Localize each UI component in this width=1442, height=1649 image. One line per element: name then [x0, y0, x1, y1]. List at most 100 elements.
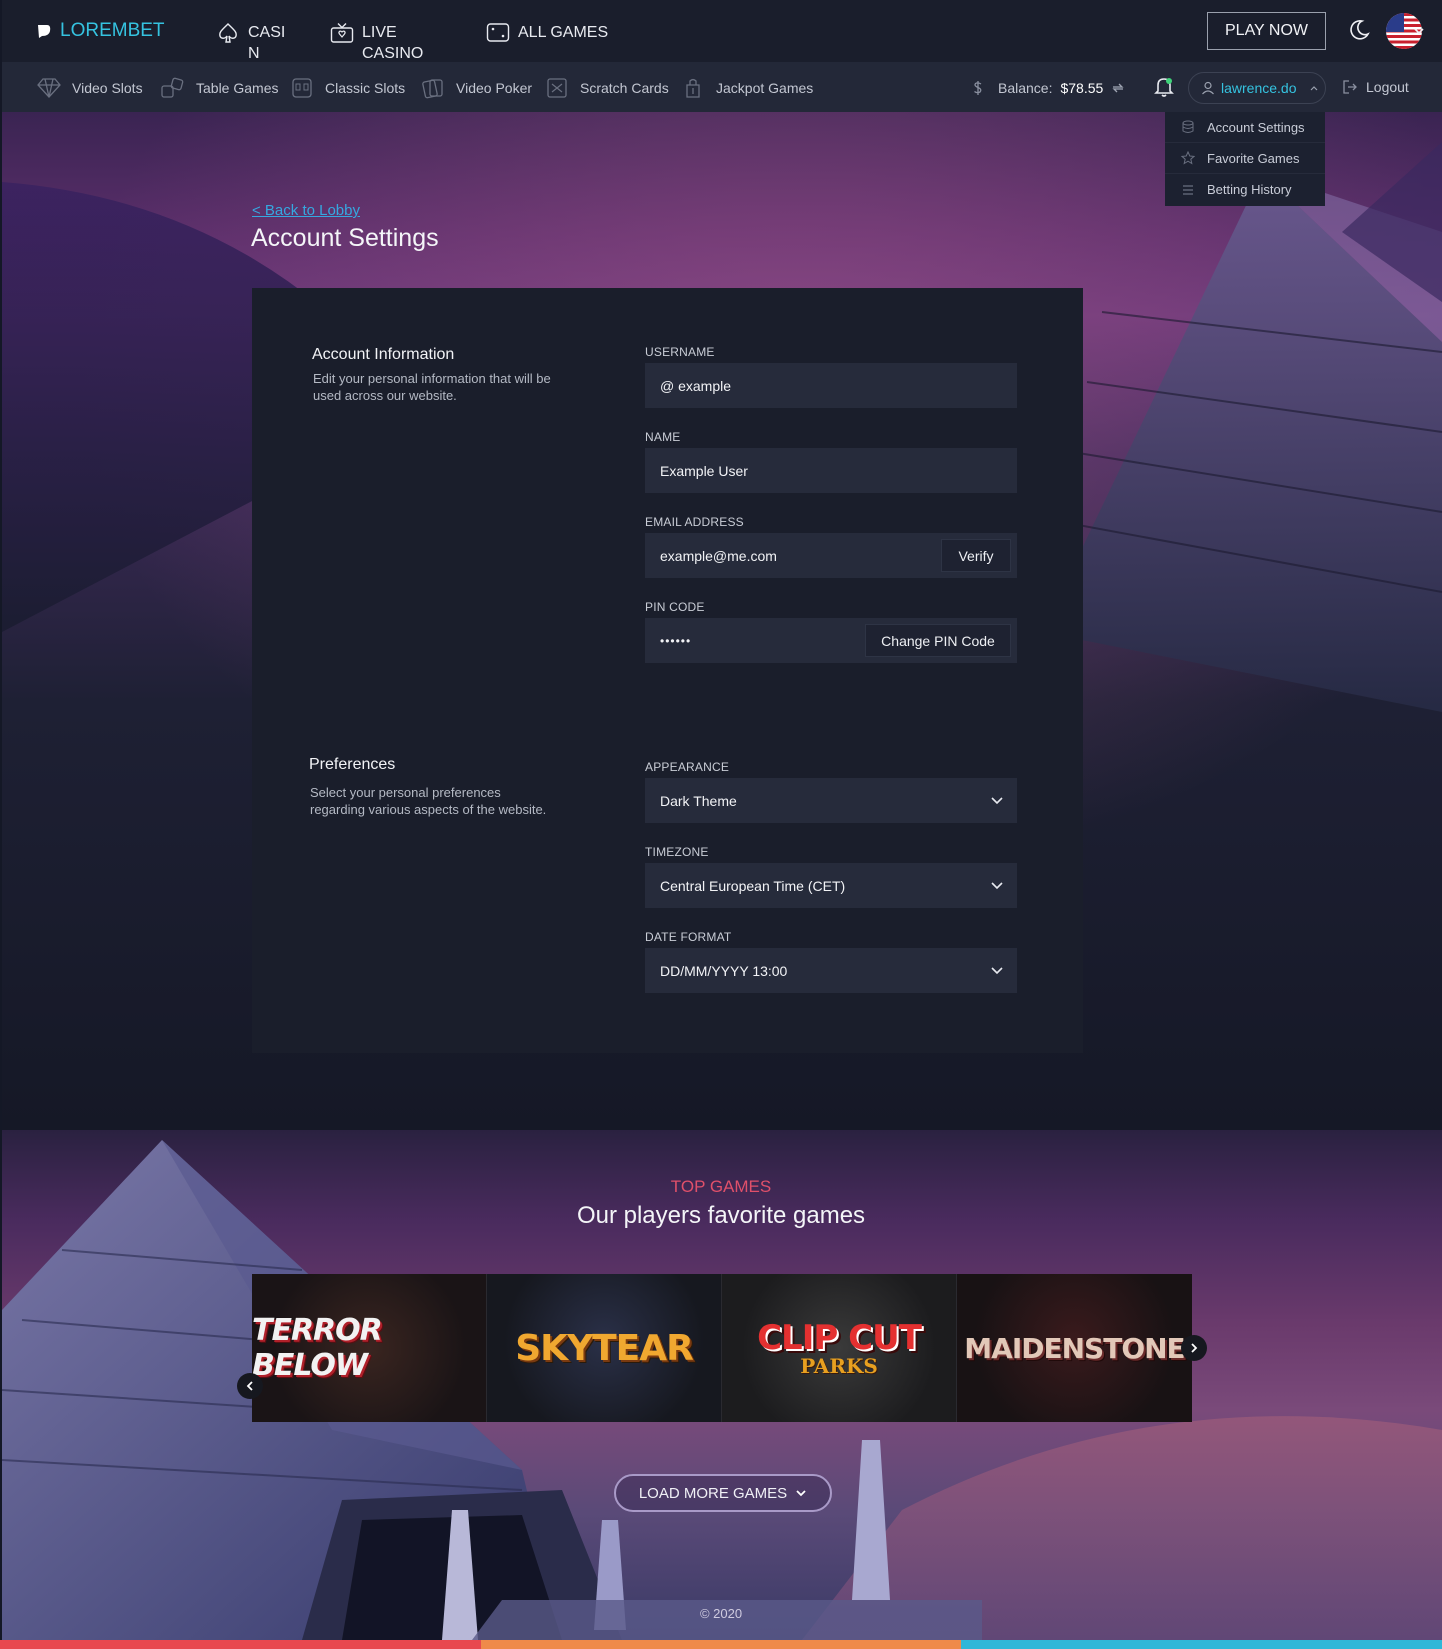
language-chevron-down-icon[interactable] — [1414, 26, 1424, 36]
logout-link[interactable]: Logout — [1342, 79, 1409, 95]
game-title: CLIP CUT — [757, 1318, 922, 1358]
user-icon — [1202, 81, 1214, 95]
category-subnav: Video Slots Table Games Classic Slots Vi… — [2, 62, 1442, 112]
subnav-scratch-cards[interactable]: Scratch Cards — [544, 77, 669, 99]
change-pin-button[interactable]: Change PIN Code — [865, 624, 1011, 657]
date-format-select[interactable]: DD/MM/YYYY 13:00 — [645, 948, 1017, 993]
pin-code-field[interactable]: •••••• Change PIN Code — [645, 618, 1017, 663]
appearance-label: APPEARANCE — [645, 760, 730, 774]
cards-icon — [422, 79, 443, 99]
scratch-card-icon — [547, 78, 567, 98]
dark-mode-moon-icon[interactable] — [1348, 19, 1370, 41]
account-info-title: Account Information — [312, 346, 455, 363]
user-dropdown-menu: Account Settings Favorite Games Betting … — [1165, 112, 1325, 206]
topnav-live-casino[interactable]: LIVE CASINO — [330, 22, 423, 64]
username-field[interactable]: @ example — [645, 363, 1017, 408]
game-tile-maidenstone[interactable]: MAIDENSTONE — [957, 1274, 1192, 1422]
top-header: LOREMBET CASIN O LIVE CASINO ALL GAMES P… — [2, 0, 1442, 83]
appearance-value: Dark Theme — [660, 792, 737, 809]
date-format-value: DD/MM/YYYY 13:00 — [660, 962, 788, 979]
user-menu-toggle[interactable]: lawrence.do — [1188, 72, 1326, 104]
game-title: SKYTEAR — [515, 1327, 694, 1369]
email-field[interactable]: example@me.com Verify — [645, 533, 1017, 578]
strip-cyan — [961, 1640, 1442, 1649]
balance-display: Balance: $78.55 — [972, 80, 1125, 96]
email-value: example@me.com — [660, 547, 777, 564]
subnav-video-poker-label: Video Poker — [456, 80, 533, 96]
chevron-down-icon — [796, 1490, 806, 1497]
dice-icon — [486, 23, 510, 42]
notification-dot — [1166, 78, 1172, 84]
username-label: lawrence.do — [1221, 80, 1297, 96]
game-title: TERROR BELOW — [252, 1313, 383, 1383]
logout-label: Logout — [1366, 79, 1409, 95]
subnav-classic-slots[interactable]: Classic Slots — [289, 77, 405, 99]
game-tile-terror-below[interactable]: TERROR BELOW — [252, 1274, 487, 1422]
subnav-jackpot-games[interactable]: Jackpot Games — [680, 77, 813, 99]
settings-card: Account Information Edit your personal i… — [252, 288, 1083, 1053]
chevron-up-icon — [1310, 86, 1317, 91]
spade-icon — [219, 23, 237, 43]
brand-name: LOREMBET — [60, 20, 165, 41]
carousel-prev-button[interactable] — [237, 1373, 263, 1399]
subnav-table-games-label: Table Games — [196, 80, 279, 96]
menu-item-account-settings[interactable]: Account Settings — [1165, 112, 1325, 143]
load-more-label: LOAD MORE GAMES — [638, 1484, 788, 1502]
subnav-video-poker[interactable]: Video Poker — [420, 77, 532, 99]
logout-icon — [1343, 80, 1357, 94]
timezone-value: Central European Time (CET) — [660, 877, 846, 894]
tv-icon — [330, 23, 354, 43]
chevron-right-icon — [1191, 1343, 1198, 1353]
slot-machine-icon — [292, 78, 312, 98]
subnav-classic-slots-label: Classic Slots — [325, 80, 406, 96]
name-field[interactable]: Example User — [645, 448, 1017, 493]
subnav-scratch-cards-label: Scratch Cards — [580, 80, 669, 96]
refresh-balance-icon[interactable] — [1111, 82, 1125, 94]
strip-red — [0, 1640, 481, 1649]
carousel-next-button[interactable] — [1181, 1335, 1207, 1361]
name-label: NAME — [645, 430, 681, 444]
appearance-select[interactable]: Dark Theme — [645, 778, 1017, 823]
footer-color-strip — [0, 1640, 1442, 1649]
copyright-text: © 2020 — [699, 1606, 743, 1621]
chevron-down-icon — [991, 967, 1003, 975]
dollar-icon — [974, 81, 982, 95]
load-more-games-button[interactable]: LOAD MORE GAMES — [614, 1474, 832, 1512]
game-tile-clip-cut-parks[interactable]: CLIP CUT PARKS — [722, 1274, 957, 1422]
subnav-video-slots-label: Video Slots — [72, 80, 143, 96]
verify-email-button[interactable]: Verify — [941, 539, 1011, 572]
subnav-table-games[interactable]: Table Games — [160, 77, 278, 99]
chevron-left-icon — [246, 1381, 253, 1391]
username-label: USERNAME — [645, 345, 715, 359]
menu-item-favorite-games[interactable]: Favorite Games — [1165, 143, 1325, 174]
top-games-label: TOP GAMES — [670, 1177, 772, 1196]
games-carousel: TERROR BELOW SKYTEAR CLIP CUT PARKS MAID… — [252, 1274, 1192, 1422]
jackpot-icon — [686, 78, 700, 98]
preferences-title: Preferences — [309, 756, 396, 773]
topnav-all-games[interactable]: ALL GAMES — [486, 22, 608, 44]
menu-item-account-settings-label: Account Settings — [1207, 119, 1305, 135]
chevron-down-icon — [991, 882, 1003, 890]
topnav-live-casino-label: LIVE CASINO — [362, 24, 424, 62]
page-title: Account Settings — [251, 224, 439, 252]
timezone-select[interactable]: Central European Time (CET) — [645, 863, 1017, 908]
star-icon — [1181, 151, 1195, 165]
database-icon — [1182, 120, 1194, 133]
subnav-jackpot-games-label: Jackpot Games — [716, 80, 814, 96]
dice-icon — [161, 77, 184, 98]
balance-value: $78.55 — [1060, 80, 1104, 96]
subnav-video-slots[interactable]: Video Slots — [36, 77, 143, 99]
diamond-icon — [37, 78, 61, 98]
play-now-button[interactable]: PLAY NOW — [1207, 12, 1326, 50]
chevron-down-icon — [991, 797, 1003, 805]
menu-item-betting-history[interactable]: Betting History — [1165, 174, 1325, 205]
game-tile-skytear[interactable]: SKYTEAR — [487, 1274, 722, 1422]
logo-icon — [38, 25, 51, 38]
back-to-lobby-link[interactable]: < Back to Lobby — [252, 202, 360, 219]
top-games-title: Our players favorite games — [576, 1202, 866, 1229]
account-info-description: Edit your personal information that will… — [313, 371, 551, 403]
brand-logo[interactable]: LOREMBET — [36, 20, 165, 42]
date-format-label: DATE FORMAT — [645, 930, 732, 944]
menu-item-favorite-games-label: Favorite Games — [1207, 150, 1300, 166]
game-title: MAIDENSTONE — [964, 1331, 1185, 1365]
